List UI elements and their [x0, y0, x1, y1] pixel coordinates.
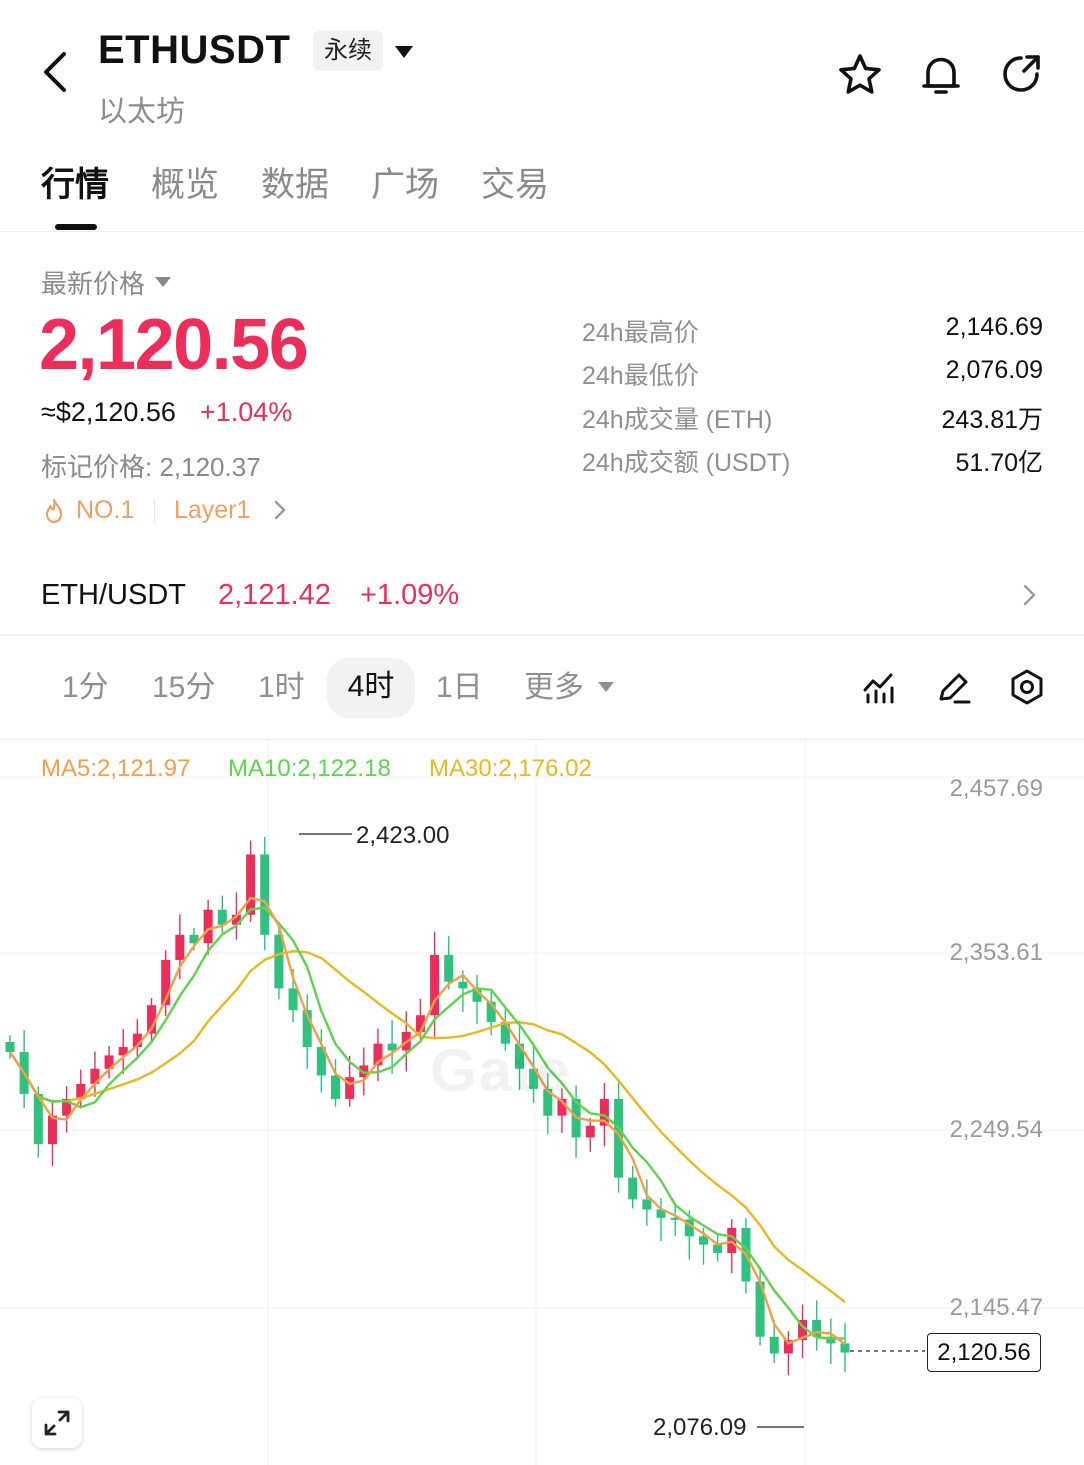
- interval-1m[interactable]: 1分: [62, 668, 109, 712]
- ma5-legend: MA5:2,121.97: [41, 755, 191, 782]
- change-percent: +1.04%: [200, 397, 293, 427]
- last-price: 2,120.56: [39, 305, 309, 385]
- stat-value-24h-volume: 243.81万: [941, 406, 1043, 434]
- interval-4h[interactable]: 4时: [327, 658, 415, 718]
- stat-label-24h-high: 24h最高价: [582, 319, 699, 347]
- interval-15m[interactable]: 15分: [152, 668, 215, 712]
- candle: [727, 1219, 737, 1274]
- candles: [5, 836, 850, 1376]
- stat-label-24h-volume: 24h成交量 (ETH): [582, 406, 773, 434]
- fire-icon: [42, 498, 66, 524]
- tab-square[interactable]: 广场: [371, 157, 439, 206]
- tab-trade[interactable]: 交易: [481, 157, 549, 206]
- candle: [628, 1165, 638, 1209]
- moving-average-lines: [9, 896, 846, 1346]
- candle: [713, 1232, 723, 1262]
- y-axis-tick: 2,249.54: [949, 1116, 1043, 1143]
- ma10-legend: MA10:2,122.18: [228, 755, 391, 782]
- interval-1d[interactable]: 1日: [436, 668, 483, 712]
- candle: [840, 1322, 850, 1373]
- caret-down-icon[interactable]: [393, 44, 415, 60]
- expand-icon: [44, 1410, 70, 1436]
- ma5-line: [9, 896, 846, 1346]
- caret-down-icon[interactable]: [154, 275, 172, 287]
- candle: [62, 1085, 72, 1133]
- back-button[interactable]: [36, 50, 80, 94]
- interval-more[interactable]: 更多: [524, 668, 584, 712]
- candle: [132, 1019, 142, 1058]
- contract-type-badge[interactable]: 永续: [313, 31, 383, 71]
- stat-value-24h-high: 2,146.69: [945, 313, 1043, 341]
- current-price-tag: 2,120.56: [927, 1333, 1041, 1372]
- y-axis-tick: 2,457.69: [949, 775, 1043, 802]
- rank-tag[interactable]: NO.1: [76, 496, 134, 525]
- y-axis-tick: 2,353.61: [949, 939, 1043, 966]
- stat-value-24h-low: 2,076.09: [945, 356, 1043, 384]
- chevron-right-icon[interactable]: [270, 498, 290, 522]
- low-marker-label: 2,076.09: [653, 1414, 747, 1441]
- stat-value-24h-turnover: 51.70亿: [955, 449, 1043, 477]
- divider: [154, 499, 155, 523]
- back-arrow-icon: [44, 52, 66, 92]
- expand-chart-button[interactable]: [32, 1398, 82, 1448]
- candle: [755, 1267, 765, 1346]
- y-axis-tick: 2,145.47: [949, 1294, 1043, 1321]
- active-tab-indicator: [55, 224, 97, 230]
- price-type-label[interactable]: 最新价格: [41, 264, 145, 301]
- candle: [47, 1099, 57, 1167]
- tab-overview[interactable]: 概览: [151, 157, 219, 206]
- coin-name: 以太坊: [98, 96, 186, 128]
- spot-pair-name: ETH/USDT: [41, 579, 186, 611]
- bell-icon[interactable]: [918, 52, 964, 98]
- ma30-legend: MA30:2,176.02: [429, 755, 592, 782]
- caret-down-icon[interactable]: [597, 680, 615, 692]
- divider: [0, 231, 1084, 232]
- watermark: Gate: [430, 1037, 572, 1104]
- stat-label-24h-low: 24h最低价: [582, 362, 699, 390]
- draw-tool-icon[interactable]: [935, 668, 973, 706]
- settings-icon[interactable]: [1008, 668, 1046, 706]
- tab-market[interactable]: 行情: [41, 157, 109, 206]
- chevron-right-icon[interactable]: [1018, 582, 1040, 608]
- tab-data[interactable]: 数据: [261, 157, 329, 206]
- indicator-icon[interactable]: [861, 668, 899, 706]
- divider: [0, 634, 1084, 636]
- high-marker-label: 2,423.00: [356, 822, 450, 849]
- spot-change-percent: +1.09%: [360, 579, 460, 611]
- sector-tag[interactable]: Layer1: [174, 496, 250, 525]
- candle: [585, 1117, 595, 1152]
- star-icon[interactable]: [837, 52, 883, 98]
- usd-price: ≈$2,120.56: [41, 397, 176, 427]
- candle: [798, 1304, 808, 1359]
- stat-label-24h-turnover: 24h成交额 (USDT): [582, 449, 791, 477]
- ma10-line: [9, 906, 846, 1340]
- interval-1h[interactable]: 1时: [258, 668, 305, 712]
- symbol-title: ETHUSDT: [98, 28, 291, 72]
- mark-price: 标记价格: 2,120.37: [41, 452, 261, 482]
- candle: [90, 1051, 100, 1097]
- candle: [826, 1318, 836, 1365]
- candle: [472, 974, 482, 1025]
- spot-price: 2,121.42: [218, 579, 331, 611]
- share-icon[interactable]: [999, 52, 1045, 98]
